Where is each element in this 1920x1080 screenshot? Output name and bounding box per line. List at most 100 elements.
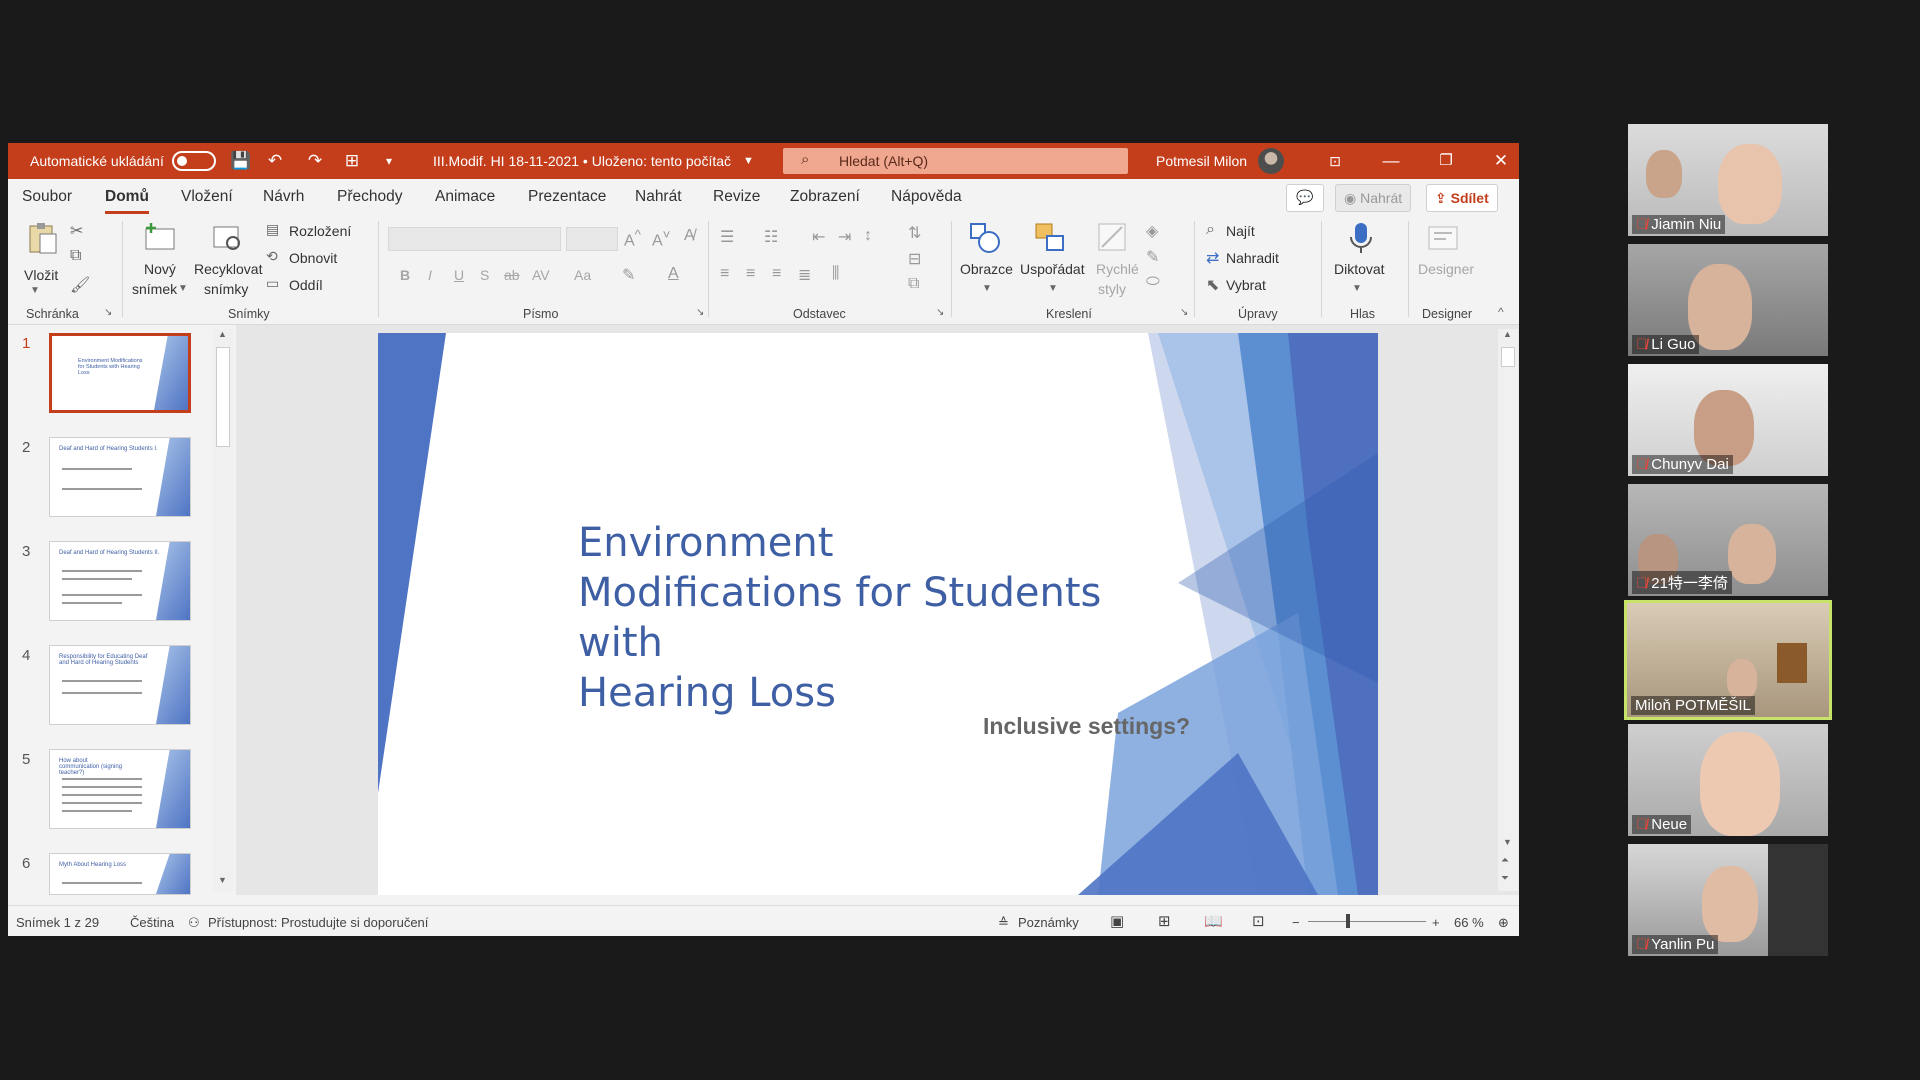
- quick-styles-label-2[interactable]: styly: [1098, 281, 1126, 297]
- minimize-icon[interactable]: —: [1380, 150, 1402, 172]
- slideshow-icon[interactable]: ⊡: [1252, 912, 1265, 930]
- shape-effects-icon[interactable]: ⬭: [1146, 273, 1160, 291]
- increase-indent-icon[interactable]: ⇥: [838, 227, 851, 247]
- slide-sorter-icon[interactable]: ⊞: [1158, 912, 1171, 930]
- fit-to-window-icon[interactable]: ⊕: [1498, 915, 1509, 931]
- new-slide-icon[interactable]: [143, 221, 177, 255]
- find-icon[interactable]: ⌕: [1206, 221, 1215, 239]
- participant-video[interactable]: 🎙̸ Li Guo: [1628, 244, 1828, 356]
- quick-styles-label-1[interactable]: Rychlé: [1096, 261, 1139, 277]
- font-color-icon[interactable]: A: [668, 265, 679, 283]
- align-center-icon[interactable]: ≡: [746, 265, 755, 283]
- autosave-toggle[interactable]: [172, 151, 216, 171]
- microphone-icon[interactable]: [1344, 221, 1378, 255]
- font-family-combo[interactable]: [388, 227, 561, 251]
- tab-prezentace[interactable]: Prezentace: [528, 188, 606, 206]
- user-avatar[interactable]: [1258, 148, 1284, 174]
- scrollbar-thumb[interactable]: [216, 347, 230, 447]
- reset-icon[interactable]: ⟲: [266, 248, 278, 265]
- reuse-slides-label-2[interactable]: snímky: [204, 281, 248, 297]
- slide-thumbnail[interactable]: How about communication (signing teacher…: [49, 749, 191, 829]
- zoom-slider-thumb[interactable]: [1346, 914, 1350, 928]
- participant-video[interactable]: 🎙̸ Neue: [1628, 724, 1828, 836]
- change-case-button[interactable]: Aa: [574, 267, 591, 283]
- text-direction-icon[interactable]: ⇅: [908, 223, 921, 243]
- char-spacing-button[interactable]: AV: [532, 267, 550, 283]
- save-icon[interactable]: 💾: [230, 150, 252, 172]
- highlight-icon[interactable]: ✎: [622, 265, 635, 285]
- customize-toolbar-icon[interactable]: ▾: [378, 150, 400, 172]
- decrease-indent-icon[interactable]: ⇤: [812, 227, 825, 247]
- reset-label[interactable]: Obnovit: [289, 250, 337, 266]
- notes-button[interactable]: Poznámky: [1018, 915, 1079, 930]
- bold-button[interactable]: B: [400, 267, 410, 283]
- section-label[interactable]: Oddíl: [289, 277, 322, 293]
- clear-formatting-icon[interactable]: A̸: [684, 227, 695, 245]
- next-slide-icon[interactable]: ⏷: [1501, 873, 1509, 884]
- slide-thumbnail[interactable]: Environment Modifications for Students w…: [49, 333, 191, 413]
- chevron-down-icon[interactable]: ▼: [982, 283, 992, 294]
- shape-outline-icon[interactable]: ✎: [1146, 247, 1159, 267]
- document-title[interactable]: III.Modif. HI 18-11-2021 • Uloženo: tent…: [433, 153, 731, 169]
- shapes-icon[interactable]: [968, 221, 1002, 255]
- current-slide[interactable]: Environment Modifications for Students w…: [378, 333, 1378, 895]
- arrange-icon[interactable]: [1033, 221, 1067, 255]
- accessibility-status[interactable]: Přístupnost: Prostudujte si doporučení: [208, 915, 428, 930]
- copy-icon[interactable]: ⧉: [70, 247, 81, 265]
- slide-thumbnail[interactable]: Responsibility for Educating Deaf and Ha…: [49, 645, 191, 725]
- restore-icon[interactable]: ❐: [1435, 150, 1457, 172]
- strikethrough-button[interactable]: ab: [504, 267, 520, 283]
- slide-subtitle[interactable]: Inclusive settings?: [983, 713, 1190, 740]
- shadow-button[interactable]: S: [480, 267, 489, 283]
- zoom-out-icon[interactable]: −: [1292, 915, 1300, 930]
- tab-soubor[interactable]: Soubor: [22, 188, 72, 206]
- slide-scrollbar[interactable]: ▲ ▼ ⏶ ⏷: [1498, 329, 1518, 891]
- numbering-icon[interactable]: ☷: [764, 227, 778, 247]
- collapse-ribbon-icon[interactable]: ^: [1498, 305, 1504, 319]
- designer-icon[interactable]: [1426, 221, 1460, 255]
- replace-icon[interactable]: ⇄: [1206, 248, 1219, 268]
- replace-label[interactable]: Nahradit: [1226, 250, 1279, 266]
- tab-revize[interactable]: Revize: [713, 188, 760, 206]
- shape-fill-icon[interactable]: ◈: [1146, 221, 1158, 241]
- share-button[interactable]: ⇪ Sdílet: [1426, 184, 1498, 212]
- slide-thumbnail[interactable]: Myth About Hearing Loss: [49, 853, 191, 895]
- scroll-down-icon[interactable]: ▼: [218, 875, 227, 885]
- reuse-slides-label-1[interactable]: Recyklovat: [194, 261, 262, 277]
- tab-nahrat[interactable]: Nahrát: [635, 188, 682, 206]
- designer-label[interactable]: Designer: [1418, 261, 1474, 277]
- underline-button[interactable]: U: [454, 267, 464, 283]
- zoom-slider[interactable]: [1308, 921, 1426, 922]
- zoom-in-icon[interactable]: +: [1432, 915, 1440, 930]
- layout-label[interactable]: Rozložení: [289, 223, 351, 239]
- reading-view-icon[interactable]: 📖: [1204, 912, 1223, 930]
- paste-icon[interactable]: [26, 221, 60, 255]
- arrange-label[interactable]: Uspořádat: [1020, 261, 1085, 277]
- align-text-icon[interactable]: ⊟: [908, 249, 921, 269]
- scroll-up-icon[interactable]: ▲: [1503, 329, 1512, 339]
- tab-prechody[interactable]: Přechody: [337, 188, 402, 206]
- notes-icon[interactable]: ≙: [998, 915, 1009, 931]
- slide-thumbnail[interactable]: Deaf and Hard of Hearing Students I.: [49, 437, 191, 517]
- tab-animace[interactable]: Animace: [435, 188, 495, 206]
- accessibility-icon[interactable]: ⚇: [188, 915, 200, 931]
- chevron-down-icon[interactable]: ▼: [30, 285, 40, 296]
- tab-domu[interactable]: Domů: [105, 188, 149, 206]
- select-label[interactable]: Vybrat: [1226, 277, 1266, 293]
- align-left-icon[interactable]: ≡: [720, 265, 729, 283]
- grow-font-icon[interactable]: A^: [624, 227, 641, 250]
- comments-button[interactable]: 💬: [1286, 184, 1324, 212]
- participant-video[interactable]: 🎙̸ Chunyv Dai: [1628, 364, 1828, 476]
- dialog-launcher-icon[interactable]: ↘: [696, 307, 704, 318]
- justify-icon[interactable]: ≣: [798, 265, 811, 285]
- new-slide-label-2[interactable]: snímek: [132, 281, 177, 297]
- slide-thumbnail[interactable]: Deaf and Hard of Hearing Students II.: [49, 541, 191, 621]
- format-painter-icon[interactable]: 🖌: [70, 275, 90, 295]
- line-spacing-icon[interactable]: ↕: [864, 227, 872, 245]
- shrink-font-icon[interactable]: A˅: [652, 227, 670, 250]
- smartart-icon[interactable]: ⧉: [908, 275, 919, 293]
- tab-vlozeni[interactable]: Vložení: [181, 188, 233, 206]
- dialog-launcher-icon[interactable]: ↘: [1180, 307, 1188, 318]
- paste-label[interactable]: Vložit: [24, 267, 58, 283]
- undo-icon[interactable]: ↶: [264, 150, 286, 172]
